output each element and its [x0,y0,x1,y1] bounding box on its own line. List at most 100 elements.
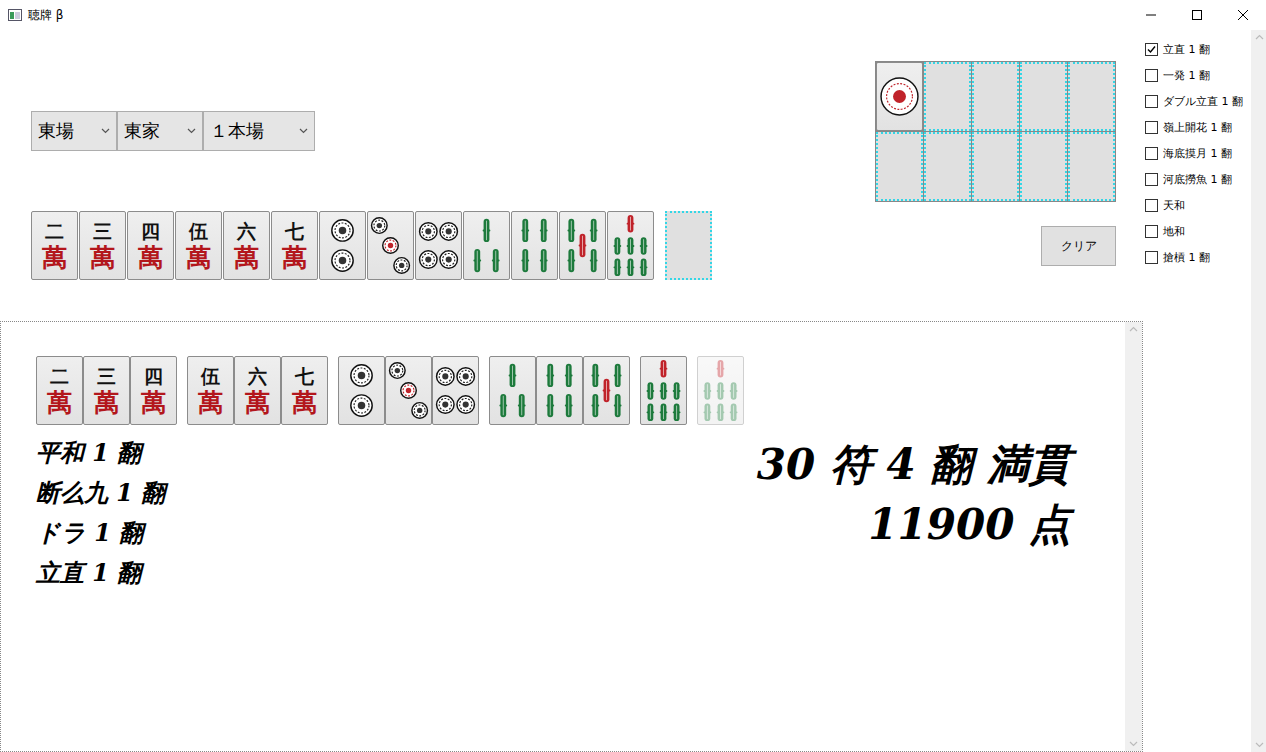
empty-tile-slot[interactable] [924,132,971,201]
checkbox[interactable] [1145,121,1158,134]
sou-pips-icon [511,212,558,279]
dora-grid [875,61,1116,202]
option-checkbox[interactable]: 立直 1 翻 [1145,36,1251,62]
option-checkbox[interactable]: 天和 [1145,192,1251,218]
empty-tile-slot[interactable] [876,132,923,201]
window-scrollbar[interactable] [1251,30,1266,752]
option-checkbox[interactable]: ダブル立直 1 翻 [1145,88,1251,114]
input-area: 東場東家１本場二萬三萬四萬伍萬六萬七萬 クリア [0,30,1143,321]
sou-tile[interactable] [640,356,687,425]
window-title: 聴牌 β [28,7,1128,24]
sou-pips-icon [607,212,654,279]
tile-group [697,356,744,425]
pin-tile[interactable] [385,356,432,425]
sou-tile[interactable] [607,211,654,280]
pin-tile[interactable] [338,356,385,425]
option-checkbox[interactable]: 一発 1 翻 [1145,62,1251,88]
man-tile[interactable]: 伍萬 [175,211,222,280]
sou-tile[interactable] [559,211,606,280]
setting-select[interactable]: 東場 [31,111,117,151]
man-tile[interactable]: 三萬 [79,211,126,280]
checkbox[interactable] [1145,69,1158,82]
checkbox[interactable] [1145,95,1158,108]
checkbox[interactable] [1145,225,1158,238]
pin-tile[interactable] [319,211,366,280]
empty-tile-slot[interactable] [1068,132,1115,201]
title-bar: 聴牌 β [0,0,1266,30]
maximize-icon [1192,10,1202,20]
app-icon [8,9,22,21]
settings-row: 東場東家１本場 [31,111,712,151]
tile-group [489,356,630,425]
man-tile[interactable]: 六萬 [234,356,281,425]
pin-pips-icon [319,212,366,279]
man-tile[interactable]: 二萬 [31,211,78,280]
man-tile[interactable]: 二萬 [36,356,83,425]
empty-tile-slot[interactable] [924,62,971,131]
checkbox[interactable] [1145,251,1158,264]
pin-tile[interactable] [432,356,479,425]
score-points: 11900 点 [868,495,1071,555]
pin-tile[interactable] [415,211,462,280]
empty-tile-slot[interactable] [972,132,1019,201]
pin-pips-icon [876,63,923,130]
maximize-button[interactable] [1174,0,1220,30]
option-checkbox[interactable]: 嶺上開花 1 翻 [1145,114,1251,140]
man-tile[interactable]: 伍萬 [187,356,234,425]
empty-tile-slot[interactable] [972,62,1019,131]
sou-pips-icon [640,357,687,424]
option-checkbox[interactable]: 地和 [1145,218,1251,244]
man-tile[interactable]: 四萬 [130,356,177,425]
pin-pips-icon [367,212,414,279]
checkbox[interactable] [1145,173,1158,186]
checkbox[interactable] [1145,199,1158,212]
man-tile[interactable]: 四萬 [127,211,174,280]
sou-tile[interactable] [583,356,630,425]
close-icon [1238,10,1248,20]
option-checkbox[interactable]: 海底摸月 1 翻 [1145,140,1251,166]
tile-group [640,356,687,425]
empty-tile-slot[interactable] [1068,62,1115,131]
scroll-down-icon [1255,742,1264,748]
man-tile[interactable]: 七萬 [271,211,318,280]
scroll-down-icon [1129,741,1138,747]
sou-pips-icon [536,357,583,424]
minimize-icon [1146,10,1156,20]
setting-select[interactable]: １本場 [203,111,315,151]
yaku-item: 立直 1 翻 [36,553,165,593]
pin-tile[interactable] [876,62,923,131]
clear-button[interactable]: クリア [1041,226,1116,266]
yaku-item: ドラ 1 翻 [36,513,165,553]
sou-tile[interactable] [463,211,510,280]
sou-tile[interactable] [511,211,558,280]
result-tiles: 二萬三萬四萬伍萬六萬七萬 [36,356,1085,425]
yaku-list: 平和 1 翻断么九 1 翻ドラ 1 翻立直 1 翻 [36,433,165,593]
yaku-item: 断么九 1 翻 [36,473,165,513]
option-checkbox[interactable]: 搶槓 1 翻 [1145,244,1251,270]
sou-pips-icon [463,212,510,279]
man-tile[interactable]: 七萬 [281,356,328,425]
man-tile[interactable]: 三萬 [83,356,130,425]
empty-tile-slot[interactable] [1020,132,1067,201]
man-tile[interactable]: 六萬 [223,211,270,280]
sou-pips-icon [489,357,536,424]
result-scrollbar[interactable] [1125,322,1142,751]
score-headline: 30 符 4 翻 満貫 [757,435,1071,495]
pin-pips-icon [338,357,385,424]
checkbox[interactable] [1145,147,1158,160]
minimize-button[interactable] [1128,0,1174,30]
sou-tile[interactable] [489,356,536,425]
pin-tile[interactable] [367,211,414,280]
sou-pips-icon [583,357,630,424]
checkbox[interactable] [1145,43,1158,56]
option-checkbox[interactable]: 河底撈魚 1 翻 [1145,166,1251,192]
check-icon [1147,45,1156,54]
setting-select[interactable]: 東家 [117,111,203,151]
sou-tile[interactable] [697,356,744,425]
empty-tile-slot[interactable] [665,211,712,280]
close-button[interactable] [1220,0,1266,30]
result-panel: 二萬三萬四萬伍萬六萬七萬平和 1 翻断么九 1 翻ドラ 1 翻立直 1 翻 30 … [0,321,1143,752]
chevron-down-icon [299,128,308,134]
empty-tile-slot[interactable] [1020,62,1067,131]
sou-tile[interactable] [536,356,583,425]
